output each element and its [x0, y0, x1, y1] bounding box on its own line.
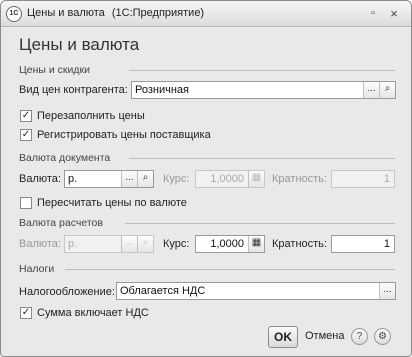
register-supplier-prices-label[interactable]: Регистрировать цены поставщика [37, 128, 211, 142]
recalc-prices-checkbox[interactable] [20, 197, 32, 209]
amount-includes-vat-label[interactable]: Сумма включает НДС [37, 306, 149, 320]
group-header-settlement-currency-label: Валюта расчетов [19, 217, 103, 229]
settle-currency-label: Валюта: [19, 238, 61, 250]
doc-rate-field[interactable]: 1,0000 ▦ [195, 170, 265, 188]
group-header-document-currency-label: Валюта документа [19, 152, 111, 164]
settle-currency-field[interactable]: р. ... ⌕ [64, 235, 154, 253]
window-app-name: (1С:Предприятие) [111, 7, 205, 19]
group-header-document-currency: Валюта документа [19, 152, 395, 164]
doc-currency-value: р. [68, 173, 78, 185]
settle-currency-value: р. [68, 238, 78, 250]
settle-rate-value: 1,0000 [210, 238, 244, 250]
close-icon[interactable]: × [386, 6, 402, 22]
settle-multiplicity-value: 1 [383, 238, 390, 250]
window-title-text: Цены и валюта [27, 7, 105, 19]
doc-currency-label: Валюта: [19, 173, 61, 185]
settle-multiplicity-label: Кратность: [272, 238, 327, 250]
app-logo-icon: 1C [6, 6, 22, 22]
divider [65, 269, 395, 270]
group-header-prices: Цены и скидки [19, 64, 395, 76]
divider [125, 223, 395, 224]
ok-button[interactable]: OK [268, 326, 298, 348]
search-icon[interactable]: ⌕ [137, 171, 153, 187]
cancel-button[interactable]: Отмена [305, 330, 344, 342]
settle-multiplicity-field[interactable]: 1 [331, 235, 395, 253]
doc-currency-field[interactable]: р. ... ⌕ [64, 170, 154, 188]
divider [129, 70, 395, 71]
taxation-value: Облагается НДС [120, 285, 206, 297]
doc-rate-label: Курс: [163, 173, 190, 185]
group-header-prices-label: Цены и скидки [19, 64, 90, 76]
calculator-icon[interactable]: ▦ [248, 171, 264, 187]
small-menu-icon[interactable]: ▫ [365, 6, 381, 22]
search-icon[interactable]: ⌕ [379, 82, 395, 98]
taxation-field[interactable]: Облагается НДС ... [116, 282, 396, 300]
help-icon[interactable]: ? [351, 328, 368, 345]
price-type-field[interactable]: Розничная ... ⌕ [131, 81, 396, 99]
refill-prices-checkbox[interactable]: ✓ [20, 110, 32, 122]
price-type-label: Вид цен контрагента: [19, 84, 128, 96]
calculator-icon[interactable]: ▦ [248, 236, 264, 252]
price-type-value: Розничная [135, 84, 189, 96]
search-icon[interactable]: ⌕ [137, 236, 153, 252]
title-bar: 1C Цены и валюта (1С:Предприятие) ▫ × [1, 1, 411, 27]
settle-rate-label: Курс: [163, 238, 190, 250]
settings-icon[interactable]: ⚙ [374, 328, 391, 345]
select-button[interactable]: ... [121, 171, 137, 187]
price-currency-dialog: 1C Цены и валюта (1С:Предприятие) ▫ × Це… [0, 0, 412, 357]
amount-includes-vat-checkbox[interactable]: ✓ [20, 307, 32, 319]
group-header-taxes-label: Налоги [19, 263, 55, 275]
doc-multiplicity-field[interactable]: 1 [331, 170, 395, 188]
recalc-prices-label[interactable]: Пересчитать цены по валюте [37, 196, 187, 210]
taxation-label: Налогообложение: [19, 286, 115, 298]
page-title: Цены и валюта [19, 35, 140, 54]
doc-multiplicity-label: Кратность: [272, 173, 327, 185]
doc-multiplicity-value: 1 [383, 173, 390, 185]
settle-rate-field[interactable]: 1,0000 ▦ [195, 235, 265, 253]
select-button[interactable]: ... [121, 236, 137, 252]
divider [129, 158, 395, 159]
select-button[interactable]: ... [379, 283, 395, 299]
group-header-taxes: Налоги [19, 263, 395, 275]
register-supplier-prices-checkbox[interactable]: ✓ [20, 129, 32, 141]
select-button[interactable]: ... [363, 82, 379, 98]
group-header-settlement-currency: Валюта расчетов [19, 217, 395, 229]
window-title: Цены и валюта (1С:Предприятие) [27, 7, 204, 19]
doc-rate-value: 1,0000 [210, 173, 244, 185]
refill-prices-label[interactable]: Перезаполнить цены [37, 109, 145, 123]
